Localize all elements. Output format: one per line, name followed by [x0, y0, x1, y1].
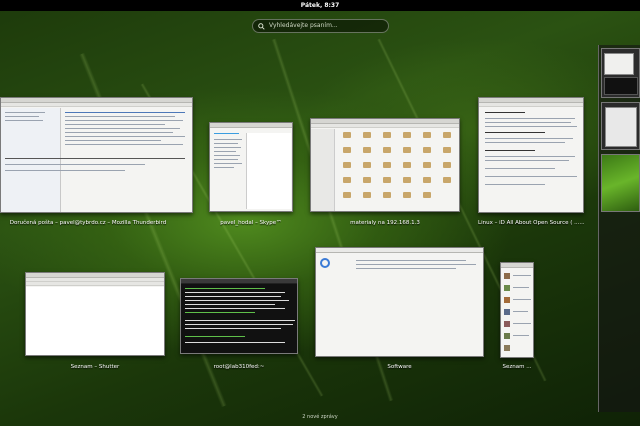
search-icon [258, 23, 265, 30]
window-shutter[interactable] [25, 272, 165, 356]
window-seznam[interactable] [500, 262, 534, 358]
caption-software: Software [387, 364, 412, 370]
notification-message[interactable]: 2 nové zprávy [250, 413, 390, 422]
window-thunderbird[interactable] [0, 97, 193, 213]
workspace-thumb-3[interactable] [601, 154, 640, 212]
clock[interactable]: Pátek, 8:37 [301, 2, 340, 9]
caption-terminal: root@lab310fed:~ [213, 364, 265, 370]
window-terminal[interactable] [180, 278, 298, 354]
caption-browser: Linux – iD All About Open Source ( .....… [478, 220, 584, 226]
caption-skype: pavel_hodal – Skype™ [220, 220, 282, 226]
caption-files: materialy na 192.168.1.3 [350, 220, 420, 226]
window-browser[interactable] [478, 97, 584, 213]
workspace-thumb-2[interactable] [601, 102, 640, 150]
software-logo [320, 258, 330, 268]
search-input[interactable]: Vyhledávejte psaním... [252, 19, 389, 33]
search-placeholder: Vyhledávejte psaním... [269, 22, 338, 29]
window-files[interactable] [310, 118, 460, 212]
caption-seznam: Seznam ... [502, 364, 532, 370]
top-bar: Pátek, 8:37 [0, 0, 640, 11]
caption-shutter: Seznam – Shutter [70, 364, 120, 370]
window-software[interactable] [315, 247, 484, 357]
workspace-switcher [598, 45, 640, 412]
caption-thunderbird: Doručená pošta – pavel@tybrdo.cz – Mozil… [9, 220, 167, 226]
workspace-thumb-1[interactable] [601, 48, 640, 98]
window-skype[interactable] [209, 122, 293, 212]
